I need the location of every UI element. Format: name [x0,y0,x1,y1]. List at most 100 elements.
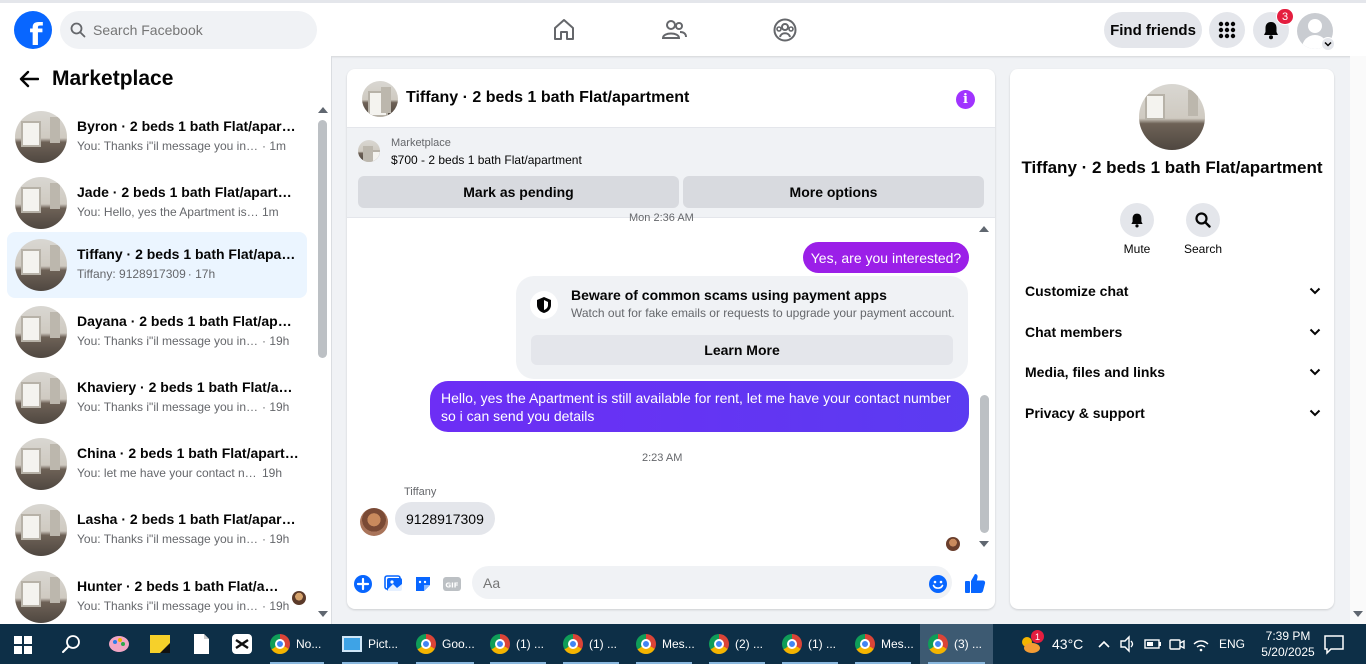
taskbar-app-pictures[interactable]: Pict... [334,624,406,664]
timestamp-top: Mon 2:36 AM [629,212,694,224]
capcut-icon[interactable] [230,632,254,656]
page-scroll-down-arrow[interactable] [1353,611,1363,617]
speaker-icon[interactable] [1119,632,1137,656]
photo-icon[interactable] [384,574,404,594]
marketplace-inbox-panel: Marketplace Byron · 2 beds 1 bath Flat/a… [0,56,332,624]
row-label: Media, files and links [1025,364,1166,380]
listing-price[interactable]: $700 - 2 beds 1 bath Flat/apartment [391,153,582,167]
marketplace-label: Marketplace [391,137,451,149]
taskbar-app-chrome-2[interactable]: (1) ... [555,624,627,664]
search-input[interactable] [93,22,293,38]
taskbar-app-notepad[interactable]: No... [262,624,332,664]
conversation-lasha[interactable]: Lasha · 2 beds 1 bath Flat/apartment You… [7,497,307,563]
top-navigation-bar: f Find friends 3 [0,0,1366,56]
battery-icon[interactable] [1144,632,1162,656]
listing-thumbnail [358,140,380,162]
more-options-button[interactable]: More options [683,176,984,208]
thumbs-up-icon[interactable] [964,572,986,594]
shield-icon [530,291,558,319]
conversation-khaviery[interactable]: Khaviery · 2 beds 1 bath Flat/apartment … [7,365,307,431]
conversation-byron[interactable]: Byron · 2 beds 1 bath Flat/apartment You… [7,104,307,170]
chevron-down-icon [1309,409,1321,417]
chat-scroll-up-arrow[interactable] [979,226,989,232]
file-icon[interactable] [189,632,213,656]
conversation-jade[interactable]: Jade · 2 beds 1 bath Flat/apartment You:… [7,170,307,236]
sticker-icon[interactable] [413,574,433,594]
conversation-preview: You: Thanks i"il message you in a moment [77,139,260,153]
chat-scroll-down-arrow[interactable] [979,541,989,547]
search-label: Search [1183,242,1223,256]
customize-chat-row[interactable]: Customize chat [1025,279,1321,303]
listing-thumbnail-large[interactable] [1139,84,1205,150]
taskbar-app-messenger-2[interactable]: Mes... [847,624,919,664]
scroll-down-arrow[interactable] [318,611,328,617]
message-input[interactable] [472,566,952,599]
chat-details-panel: Tiffany · 2 beds 1 bath Flat/apartment M… [1010,69,1334,609]
facebook-logo[interactable]: f [14,11,52,49]
back-button[interactable] [16,66,42,92]
conversation-preview: You: Hello, yes the Apartment is still a… [77,205,260,219]
svg-text:GIF: GIF [445,582,458,590]
sidebar-scrollbar[interactable] [318,120,327,358]
sender-avatar[interactable] [360,508,388,536]
listing-thumbnail [15,438,67,490]
weather-badge: 1 [1031,630,1044,643]
search-icon[interactable] [60,632,84,656]
media-files-links-row[interactable]: Media, files and links [1025,360,1321,384]
listing-thumbnail [15,239,67,291]
chevron-up-icon[interactable] [1096,632,1112,656]
conversation-time: · 1m [262,139,286,153]
friends-icon[interactable] [661,17,687,43]
menu-button[interactable] [1209,12,1245,48]
learn-more-button[interactable]: Learn More [531,335,953,365]
system-clock[interactable]: 7:39 PM 5/20/2025 [1255,628,1321,660]
paint-icon[interactable] [107,632,131,656]
conversation-time: · 19h [262,400,290,414]
read-receipt-avatar [946,537,960,551]
sticky-notes-icon[interactable] [148,632,172,656]
mark-as-pending-button[interactable]: Mark as pending [358,176,679,208]
temperature[interactable]: 43°C [1052,624,1083,664]
gif-icon[interactable]: GIF [442,574,462,594]
chat-scrollbar[interactable] [980,395,989,533]
emoji-icon[interactable] [928,574,948,594]
taskbar-app-chrome-4[interactable]: (1) ... [774,624,846,664]
chat-listing-thumbnail[interactable] [362,81,398,117]
mute-button[interactable]: Mute [1107,203,1167,256]
message-composer: GIF [347,562,995,609]
conversation-title: Lasha · 2 beds 1 bath Flat/apartment [77,511,299,527]
taskbar-app-chrome-active[interactable]: (3) ... [920,624,993,664]
conversation-dayana[interactable]: Dayana · 2 beds 1 bath Flat/apartment Yo… [7,299,307,365]
meet-now-icon[interactable] [1168,632,1186,656]
notification-center-icon[interactable] [1322,632,1346,656]
privacy-support-row[interactable]: Privacy & support [1025,401,1321,425]
wifi-icon[interactable] [1192,632,1210,656]
page-scrollbar[interactable] [1350,56,1366,624]
message-incoming: 9128917309 [395,502,495,535]
home-icon[interactable] [551,17,577,43]
taskbar-app-messenger-1[interactable]: Mes... [628,624,700,664]
listing-thumbnail [15,504,67,556]
taskbar-app-google[interactable]: Goo... [408,624,482,664]
conversation-china[interactable]: China · 2 beds 1 bath Flat/apartment You… [7,431,307,497]
chat-title[interactable]: Tiffany · 2 beds 1 bath Flat/apartment [406,89,689,107]
search-box[interactable] [60,11,317,49]
scroll-up-arrow[interactable] [318,107,328,113]
taskbar-app-chrome-1[interactable]: (1) ... [482,624,554,664]
conversation-title: Dayana · 2 beds 1 bath Flat/apartment [77,313,299,329]
search-icon [1195,212,1211,228]
conversation-time: · 19h [262,532,290,546]
plus-circle-icon[interactable] [353,574,373,594]
info-icon[interactable]: i [956,90,975,109]
groups-icon[interactable] [772,17,798,43]
conversation-tiffany[interactable]: Tiffany · 2 beds 1 bath Flat/apartment T… [7,232,307,298]
search-in-chat-button[interactable]: Search [1173,203,1233,256]
find-friends-button[interactable]: Find friends [1104,12,1202,48]
language-indicator[interactable]: ENG [1219,624,1245,664]
windows-start-icon[interactable] [14,636,32,654]
chat-members-row[interactable]: Chat members [1025,320,1321,344]
taskbar-app-chrome-3[interactable]: (2) ... [701,624,773,664]
conversation-hunter[interactable]: Hunter · 2 beds 1 bath Flat/apartment Yo… [7,564,307,624]
chat-panel: Tiffany · 2 beds 1 bath Flat/apartment i… [347,69,995,609]
account-chevron[interactable] [1321,37,1335,51]
